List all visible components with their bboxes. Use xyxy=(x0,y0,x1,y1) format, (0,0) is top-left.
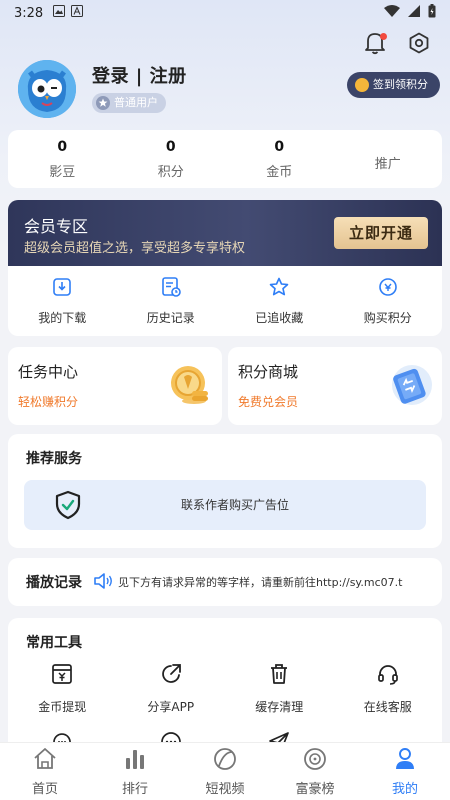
recommend-title: 推荐服务 xyxy=(26,451,82,467)
vip-subtitle: 超级会员超值之选，享受超多专享特权 xyxy=(24,241,246,256)
stat-points[interactable]: 0 积分 xyxy=(117,130,226,188)
tool-label: 金币提现 xyxy=(38,700,87,714)
quick-item-label: 历史记录 xyxy=(146,311,195,325)
vip-banner: 会员专区 超级会员超值之选，享受超多专享特权 立即开通 xyxy=(8,200,442,266)
headset-icon xyxy=(376,662,400,690)
history-icon xyxy=(160,276,182,302)
star-icon xyxy=(268,276,290,302)
battery-icon xyxy=(428,4,436,22)
vip-open-button[interactable]: 立即开通 xyxy=(334,217,428,249)
status-time: 3:28 xyxy=(14,5,44,21)
bottom-tab-bar: 首页 排行 短视频 富豪榜 我的 xyxy=(0,742,450,800)
rank-icon xyxy=(122,746,148,776)
stats-card: 0 影豆 0 积分 0 金币 推广 xyxy=(8,130,442,188)
header-actions xyxy=(362,32,432,58)
stat-coins[interactable]: 0 金币 xyxy=(225,130,334,188)
tool-label: 缓存清理 xyxy=(255,700,304,714)
quick-item-label: 购买积分 xyxy=(363,311,412,325)
tools-card: 常用工具 金币提现 分享APP 缓存清理 在线客服 xyxy=(8,618,442,758)
status-bar: 3:28 xyxy=(0,0,450,26)
points-mall-title: 积分商城 xyxy=(238,363,299,381)
share-icon xyxy=(159,662,183,690)
stat-label: 影豆 xyxy=(49,164,76,180)
ad-text: 联系作者购买广告位 xyxy=(180,498,289,512)
level-star-icon xyxy=(96,96,110,110)
notice-marquee: 见下方有请求异常的等字样，请重新前往http://sy.mc07.t xyxy=(118,576,403,589)
tool-label: 分享APP xyxy=(147,700,195,714)
stat-label: 推广 xyxy=(374,156,401,172)
tab-label: 富豪榜 xyxy=(295,782,335,797)
wifi-icon xyxy=(384,5,400,21)
quick-item-label: 已追收藏 xyxy=(255,311,304,325)
hexagon-settings-icon xyxy=(408,32,430,58)
a-icon xyxy=(71,5,84,21)
stat-value: 0 xyxy=(57,138,68,155)
tab-label: 短视频 xyxy=(205,782,245,797)
quick-item-favorites[interactable]: 已追收藏 xyxy=(225,266,334,336)
gold-coins-icon xyxy=(166,361,214,409)
recommend-card: 推荐服务 联系作者购买广告位 xyxy=(8,434,442,548)
tab-mine[interactable]: 我的 xyxy=(360,743,450,800)
signin-label: 签到领积分 xyxy=(373,78,428,91)
task-center-title: 任务中心 xyxy=(18,363,79,381)
speaker-icon xyxy=(92,570,114,592)
avatar[interactable] xyxy=(18,60,76,118)
exchange-card-icon xyxy=(386,361,434,409)
download-icon xyxy=(51,276,73,302)
tools-grid: 金币提现 分享APP 缓存清理 在线客服 xyxy=(8,662,442,715)
task-center-subtitle: 轻松赚积分 xyxy=(18,395,79,409)
ad-slot[interactable]: 联系作者购买广告位 xyxy=(24,480,426,530)
user-level-text: 普通用户 xyxy=(114,96,158,109)
points-mall-subtitle: 免费兑会员 xyxy=(238,395,299,409)
user-level-badge: 普通用户 xyxy=(92,93,166,113)
settings-button[interactable] xyxy=(406,32,432,58)
tab-label: 我的 xyxy=(391,782,418,797)
tab-rank[interactable]: 排行 xyxy=(90,743,180,800)
stat-value: 0 xyxy=(165,138,176,155)
points-icon xyxy=(377,276,399,302)
signal-icon xyxy=(408,5,420,21)
tool-clear-cache[interactable]: 缓存清理 xyxy=(225,662,334,715)
signin-points-button[interactable]: 签到领积分 xyxy=(347,72,440,98)
home-icon xyxy=(32,746,58,776)
stat-promotion[interactable]: 推广 xyxy=(334,130,443,188)
withdraw-icon xyxy=(50,662,74,690)
tool-customer-service[interactable]: 在线客服 xyxy=(334,662,443,715)
stat-yingdou[interactable]: 0 影豆 xyxy=(8,130,117,188)
quick-item-buy-points[interactable]: 购买积分 xyxy=(334,266,443,336)
tab-home[interactable]: 首页 xyxy=(0,743,90,800)
tab-label: 排行 xyxy=(121,782,148,797)
notification-button[interactable] xyxy=(362,32,388,58)
quick-item-history[interactable]: 历史记录 xyxy=(117,266,226,336)
play-record-card[interactable]: 播放记录 见下方有请求异常的等字样，请重新前往http://sy.mc07.t xyxy=(8,558,442,606)
tool-share[interactable]: 分享APP xyxy=(117,662,226,715)
quick-item-label: 我的下载 xyxy=(38,311,87,325)
play-record-title: 播放记录 xyxy=(26,575,82,591)
tools-title: 常用工具 xyxy=(26,635,82,651)
stat-label: 积分 xyxy=(157,164,184,180)
quick-item-downloads[interactable]: 我的下载 xyxy=(8,266,117,336)
tool-withdraw[interactable]: 金币提现 xyxy=(8,662,117,715)
short-video-icon xyxy=(212,746,238,776)
notification-dot xyxy=(380,33,387,40)
stat-label: 金币 xyxy=(266,164,293,180)
tab-short-video[interactable]: 短视频 xyxy=(180,743,270,800)
points-mall-card[interactable]: 积分商城 免费兑会员 xyxy=(228,347,442,425)
profile-icon xyxy=(392,746,418,776)
stat-value: 0 xyxy=(274,138,285,155)
tool-label: 在线客服 xyxy=(363,700,412,714)
tab-rich-list[interactable]: 富豪榜 xyxy=(270,743,360,800)
profile-header: 登录 | 注册 普通用户 签到领积分 xyxy=(18,60,440,120)
tab-label: 首页 xyxy=(31,782,58,797)
rich-list-icon xyxy=(302,746,328,776)
vip-title: 会员专区 xyxy=(24,217,89,236)
task-center-card[interactable]: 任务中心 轻松赚积分 xyxy=(8,347,222,425)
task-row: 任务中心 轻松赚积分 积分商城 免费兑会员 xyxy=(8,347,442,425)
login-register-link[interactable]: 登录 | 注册 xyxy=(92,62,187,88)
quick-actions: 我的下载 历史记录 已追收藏 购买积分 xyxy=(8,266,442,336)
trash-icon xyxy=(267,662,291,690)
image-icon xyxy=(53,5,66,21)
coin-icon xyxy=(355,78,369,92)
